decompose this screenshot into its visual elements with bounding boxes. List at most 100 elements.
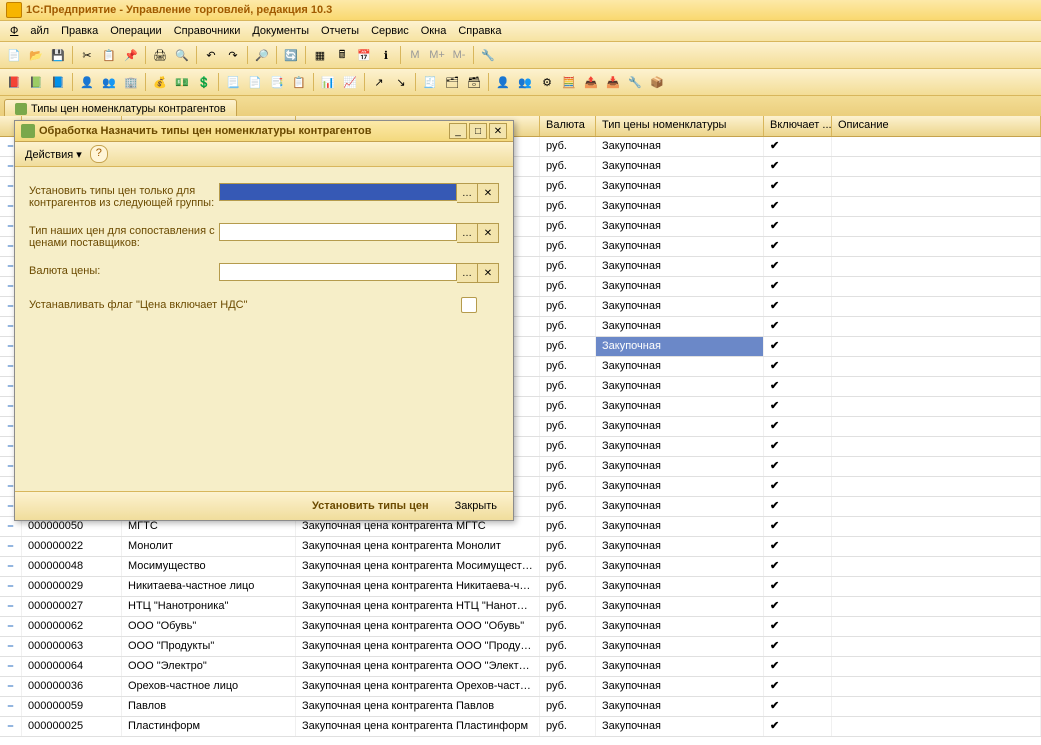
close-button[interactable]: ✕ <box>489 123 507 139</box>
pick-group-button[interactable]: … <box>457 183 478 203</box>
users-icon[interactable]: 👥 <box>99 72 119 92</box>
b2-icon[interactable]: 👥 <box>515 72 535 92</box>
a2-icon[interactable]: 🗂 <box>442 72 462 92</box>
cell-pricetype: Закупочная <box>596 457 764 476</box>
minimize-button[interactable]: _ <box>449 123 467 139</box>
clear-currency-button[interactable]: ✕ <box>478 263 499 283</box>
paste-icon[interactable]: 📌 <box>121 45 141 65</box>
chart-icon[interactable]: 📊 <box>318 72 338 92</box>
a1-icon[interactable]: 🧾 <box>420 72 440 92</box>
cell-currency: руб. <box>540 637 596 656</box>
ok-button[interactable]: Установить типы цен <box>304 498 437 514</box>
actions-menu[interactable]: Действия ▾ <box>21 146 86 163</box>
menu-help[interactable]: Справка <box>452 23 507 39</box>
menu-file[interactable]: Файл <box>4 23 55 39</box>
toolbar-1: 📄 📂 💾 ✂ 📋 📌 🖨 🔍 ↶ ↷ 🔎 🔄 ▦ 🖩 📅 ℹ M M+ M- … <box>0 42 1041 69</box>
help-icon[interactable]: ? <box>90 145 108 163</box>
money-icon[interactable]: 💵 <box>172 72 192 92</box>
save-icon[interactable]: 💾 <box>48 45 68 65</box>
input-type[interactable] <box>219 223 457 241</box>
pick-type-button[interactable]: … <box>457 223 478 243</box>
clear-type-button[interactable]: ✕ <box>478 223 499 243</box>
undo-icon[interactable]: ↶ <box>201 45 221 65</box>
folder-blue-icon[interactable]: 📘 <box>48 72 68 92</box>
calc-icon[interactable]: 🖩 <box>332 45 352 65</box>
table-row[interactable]: ⎯000000059ПавловЗакупочная цена контраге… <box>0 697 1041 717</box>
in-icon[interactable]: ↘ <box>391 72 411 92</box>
find-icon[interactable]: 🔎 <box>252 45 272 65</box>
new-icon[interactable]: 📄 <box>4 45 24 65</box>
clear-group-button[interactable]: ✕ <box>478 183 499 203</box>
refresh-icon[interactable]: 🔄 <box>281 45 301 65</box>
b3-icon[interactable]: ⚙ <box>537 72 557 92</box>
b5-icon[interactable]: 📤 <box>581 72 601 92</box>
cell-pricetype: Закупочная <box>596 197 764 216</box>
close-dialog-button[interactable]: Закрыть <box>447 498 505 514</box>
menu-service[interactable]: Сервис <box>365 23 415 39</box>
table-row[interactable]: ⎯000000062ООО "Обувь"Закупочная цена кон… <box>0 617 1041 637</box>
table-row[interactable]: ⎯000000029Никитаева-частное лицоЗакупочн… <box>0 577 1041 597</box>
print-icon[interactable]: 🖨 <box>150 45 170 65</box>
cell-includes: ✔ <box>764 557 832 576</box>
cell-pricetype: Закупочная <box>596 497 764 516</box>
col-h-note[interactable]: Описание <box>832 116 1041 136</box>
menu-edit[interactable]: Правка <box>55 23 104 39</box>
dialog-titlebar[interactable]: Обработка Назначить типы цен номенклатур… <box>15 121 513 142</box>
input-currency[interactable] <box>219 263 457 281</box>
price-icon[interactable]: 💲 <box>194 72 214 92</box>
menu-documents[interactable]: Документы <box>246 23 315 39</box>
cell-includes: ✔ <box>764 137 832 156</box>
table-row[interactable]: ⎯000000064ООО "Электро"Закупочная цена к… <box>0 657 1041 677</box>
b1-icon[interactable]: 👤 <box>493 72 513 92</box>
coins-icon[interactable]: 💰 <box>150 72 170 92</box>
calendar-icon[interactable]: 📅 <box>354 45 374 65</box>
cell-note <box>832 337 1041 356</box>
b6-icon[interactable]: 📥 <box>603 72 623 92</box>
col-h-includes[interactable]: Включает ... <box>764 116 832 136</box>
menu-reports[interactable]: Отчеты <box>315 23 365 39</box>
b8-icon[interactable]: 📦 <box>647 72 667 92</box>
menu-windows[interactable]: Окна <box>415 23 453 39</box>
input-group[interactable] <box>219 183 457 201</box>
open-icon[interactable]: 📂 <box>26 45 46 65</box>
cell-includes: ✔ <box>764 477 832 496</box>
user-icon[interactable]: 👤 <box>77 72 97 92</box>
cell-includes: ✔ <box>764 297 832 316</box>
copy-icon[interactable]: 📋 <box>99 45 119 65</box>
cell-includes: ✔ <box>764 537 832 556</box>
table-row[interactable]: ⎯000000025ПластинформЗакупочная цена кон… <box>0 717 1041 737</box>
col-h-currency[interactable]: Валюта <box>540 116 596 136</box>
out-icon[interactable]: ↗ <box>369 72 389 92</box>
cell-note <box>832 237 1041 256</box>
book-icon[interactable]: 📕 <box>4 72 24 92</box>
cell-currency: руб. <box>540 157 596 176</box>
table-row[interactable]: ⎯000000022МонолитЗакупочная цена контраг… <box>0 537 1041 557</box>
grid-icon[interactable]: ▦ <box>310 45 330 65</box>
org-icon[interactable]: 🏢 <box>121 72 141 92</box>
cut-icon[interactable]: ✂ <box>77 45 97 65</box>
maximize-button[interactable]: □ <box>469 123 487 139</box>
menu-references[interactable]: Справочники <box>168 23 247 39</box>
col-h-pricetype[interactable]: Тип цены номенклатуры <box>596 116 764 136</box>
b4-icon[interactable]: 🧮 <box>559 72 579 92</box>
menu-operations[interactable]: Операции <box>104 23 167 39</box>
cell-note <box>832 297 1041 316</box>
doc3-icon[interactable]: 📑 <box>267 72 287 92</box>
b7-icon[interactable]: 🔧 <box>625 72 645 92</box>
preview-icon[interactable]: 🔍 <box>172 45 192 65</box>
table-row[interactable]: ⎯000000048МосимуществоЗакупочная цена ко… <box>0 557 1041 577</box>
table-row[interactable]: ⎯000000063ООО "Продукты"Закупочная цена … <box>0 637 1041 657</box>
checkbox-vat[interactable] <box>461 297 477 313</box>
redo-icon[interactable]: ↷ <box>223 45 243 65</box>
tools-icon[interactable]: 🔧 <box>478 45 498 65</box>
a3-icon[interactable]: 🗃 <box>464 72 484 92</box>
table-row[interactable]: ⎯000000027НТЦ "Нанотроника"Закупочная це… <box>0 597 1041 617</box>
doc4-icon[interactable]: 📋 <box>289 72 309 92</box>
info-icon[interactable]: ℹ <box>376 45 396 65</box>
table-row[interactable]: ⎯000000036Орехов-частное лицоЗакупочная … <box>0 677 1041 697</box>
pick-currency-button[interactable]: … <box>457 263 478 283</box>
folder-green-icon[interactable]: 📗 <box>26 72 46 92</box>
doc2-icon[interactable]: 📄 <box>245 72 265 92</box>
doc1-icon[interactable]: 📃 <box>223 72 243 92</box>
stats-icon[interactable]: 📈 <box>340 72 360 92</box>
